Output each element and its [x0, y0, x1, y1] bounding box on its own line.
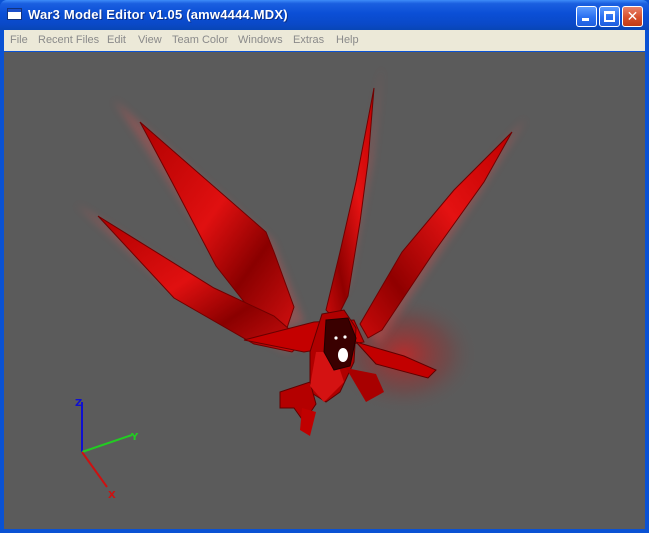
- maximize-button[interactable]: [599, 6, 620, 27]
- close-button[interactable]: ✕: [622, 6, 643, 27]
- y-axis-label: Y: [130, 432, 139, 443]
- menu-view[interactable]: View: [138, 34, 162, 46]
- menu-recent-files[interactable]: Recent Files: [38, 34, 99, 46]
- y-axis-line: [81, 434, 133, 453]
- maximize-icon: [604, 11, 615, 22]
- app-window: War3 Model Editor v1.05 (amw4444.MDX) ✕ …: [0, 0, 649, 533]
- app-window-icon[interactable]: [7, 8, 22, 20]
- model-viewport[interactable]: Z Y X: [4, 52, 645, 529]
- menu-edit[interactable]: Edit: [107, 34, 126, 46]
- x-axis-line: [81, 451, 108, 488]
- creature-face: [338, 348, 348, 362]
- window-title: War3 Model Editor v1.05 (amw4444.MDX): [28, 7, 288, 22]
- minimize-button[interactable]: [576, 6, 597, 27]
- title-bar[interactable]: War3 Model Editor v1.05 (amw4444.MDX) ✕: [0, 0, 649, 30]
- axis-gizmo: Z Y X: [75, 398, 139, 501]
- menu-file[interactable]: File: [10, 34, 28, 46]
- menu-bar: File Recent Files Edit View Team Color W…: [4, 30, 645, 51]
- menu-windows[interactable]: Windows: [238, 34, 283, 46]
- x-axis-label: X: [108, 490, 116, 501]
- model-render: Z Y X: [75, 66, 526, 501]
- menu-help[interactable]: Help: [336, 34, 359, 46]
- z-axis-label: Z: [75, 398, 82, 409]
- close-icon: ✕: [626, 8, 639, 24]
- menu-extras[interactable]: Extras: [293, 34, 324, 46]
- menu-team-color[interactable]: Team Color: [172, 34, 228, 46]
- minimize-icon: [582, 18, 589, 21]
- wing-center: [325, 87, 375, 321]
